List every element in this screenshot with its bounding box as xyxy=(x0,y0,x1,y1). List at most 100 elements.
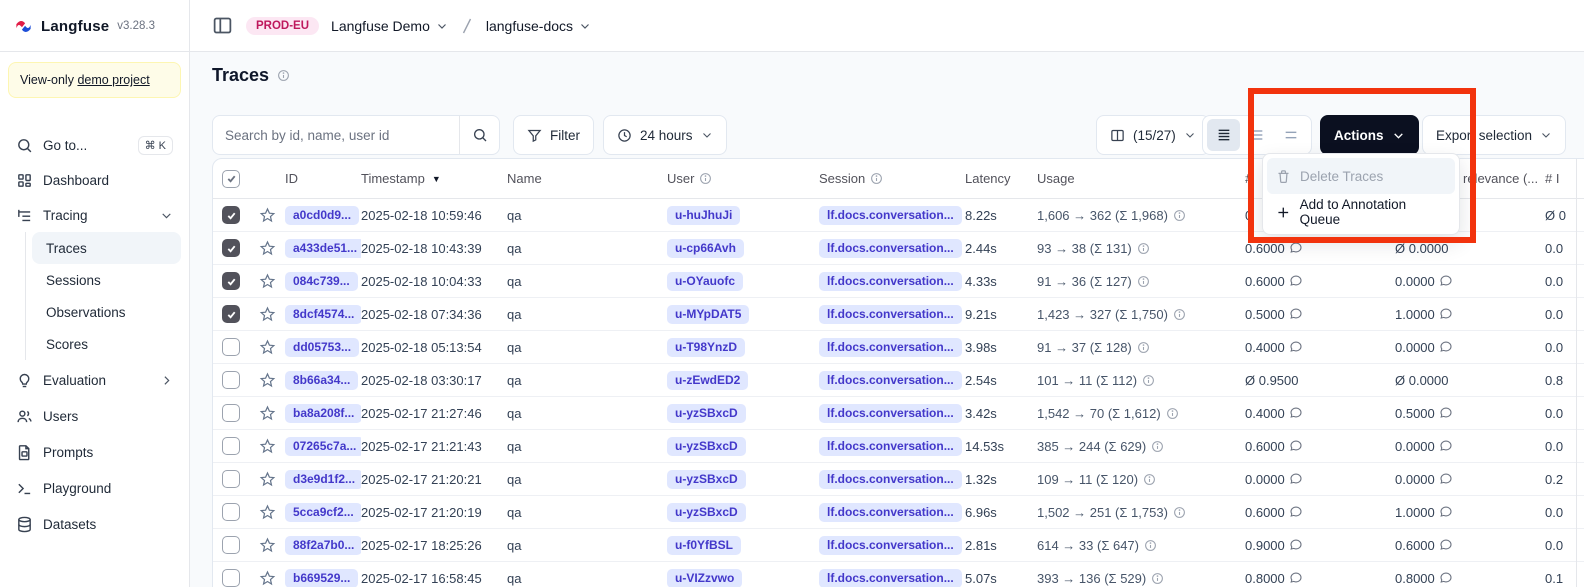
user-badge[interactable]: u-yzSBxcD xyxy=(667,437,746,456)
session-badge[interactable]: lf.docs.conversation... xyxy=(819,503,962,522)
star-icon[interactable] xyxy=(259,504,276,521)
table-row[interactable]: 07265c7a... 2025-02-17 21:21:43 qa u-yzS… xyxy=(213,430,1584,463)
row-checkbox[interactable] xyxy=(222,206,240,224)
trace-id-badge[interactable]: 07265c7a... xyxy=(285,437,361,456)
sidebar-item-traces[interactable]: Traces xyxy=(32,232,181,264)
row-checkbox[interactable] xyxy=(222,470,240,488)
trace-id-badge[interactable]: ba8a208f... xyxy=(285,404,361,423)
header-usage[interactable]: Usage xyxy=(1037,171,1245,186)
table-row[interactable]: ba8a208f... 2025-02-17 21:27:46 qa u-yzS… xyxy=(213,397,1584,430)
org-selector[interactable]: Langfuse Demo xyxy=(331,18,448,34)
trace-id-badge[interactable]: dd05753... xyxy=(285,338,359,357)
info-icon[interactable] xyxy=(277,69,290,82)
user-badge[interactable]: u-VIZzvwo xyxy=(667,569,742,587)
user-badge[interactable]: u-MYpDAT5 xyxy=(667,305,749,324)
row-checkbox[interactable] xyxy=(222,437,240,455)
sidebar-item-goto[interactable]: Go to... ⌘ K xyxy=(8,128,181,162)
sidebar-item-dashboard[interactable]: Dashboard xyxy=(8,162,181,198)
header-id[interactable]: ID xyxy=(285,171,361,186)
trace-id-badge[interactable]: 084c739... xyxy=(285,272,358,291)
row-checkbox[interactable] xyxy=(222,536,240,554)
user-badge[interactable]: u-huJhuJi xyxy=(667,206,740,225)
session-badge[interactable]: lf.docs.conversation... xyxy=(819,437,962,456)
sidebar-item-playground[interactable]: Playground xyxy=(8,470,181,506)
header-latency[interactable]: Latency xyxy=(965,171,1037,186)
table-row[interactable]: 5cca9cf2... 2025-02-17 21:20:19 qa u-yzS… xyxy=(213,496,1584,529)
user-badge[interactable]: u-zEwdED2 xyxy=(667,371,748,390)
trace-id-badge[interactable]: a433de51... xyxy=(285,239,361,258)
row-height-tall-button[interactable] xyxy=(1274,119,1307,151)
session-badge[interactable]: lf.docs.conversation... xyxy=(819,569,962,587)
sidebar-item-users[interactable]: Users xyxy=(8,398,181,434)
sidebar-item-scores[interactable]: Scores xyxy=(32,328,181,360)
sidebar-item-observations[interactable]: Observations xyxy=(32,296,181,328)
row-height-compact-button[interactable] xyxy=(1207,119,1240,151)
filter-button[interactable]: Filter xyxy=(513,115,594,155)
star-icon[interactable] xyxy=(259,471,276,488)
session-badge[interactable]: lf.docs.conversation... xyxy=(819,470,962,489)
sidebar-item-tracing[interactable]: Tracing xyxy=(8,198,181,232)
trace-id-badge[interactable]: 8dcf4574... xyxy=(285,305,361,324)
row-checkbox[interactable] xyxy=(222,404,240,422)
user-badge[interactable]: u-OYauofc xyxy=(667,272,743,291)
row-checkbox[interactable] xyxy=(222,503,240,521)
user-badge[interactable]: u-T98YnzD xyxy=(667,338,745,357)
user-badge[interactable]: u-yzSBxcD xyxy=(667,404,746,423)
actions-button[interactable]: Actions xyxy=(1320,115,1419,155)
menu-item-delete-traces[interactable]: Delete Traces xyxy=(1267,158,1455,194)
table-row[interactable]: 8dcf4574... 2025-02-18 07:34:36 qa u-MYp… xyxy=(213,298,1584,331)
session-badge[interactable]: lf.docs.conversation... xyxy=(819,404,962,423)
header-session[interactable]: Session xyxy=(819,171,965,186)
sidebar-item-evaluation[interactable]: Evaluation xyxy=(8,362,181,398)
user-badge[interactable]: u-cp66Avh xyxy=(667,239,744,258)
select-all-checkbox[interactable] xyxy=(222,170,240,188)
table-row[interactable]: b669529... 2025-02-17 16:58:45 qa u-VIZz… xyxy=(213,562,1584,587)
session-badge[interactable]: lf.docs.conversation... xyxy=(819,272,962,291)
star-icon[interactable] xyxy=(259,207,276,224)
trace-id-badge[interactable]: d3e9d1f2... xyxy=(285,470,361,489)
header-edge[interactable]: # I xyxy=(1545,171,1584,186)
star-icon[interactable] xyxy=(259,570,276,587)
star-icon[interactable] xyxy=(259,372,276,389)
table-row[interactable]: a433de51... 2025-02-18 10:43:39 qa u-cp6… xyxy=(213,232,1584,265)
session-badge[interactable]: lf.docs.conversation... xyxy=(819,239,962,258)
trace-id-badge[interactable]: 8b66a34... xyxy=(285,371,358,390)
user-badge[interactable]: u-yzSBxcD xyxy=(667,470,746,489)
star-icon[interactable] xyxy=(259,240,276,257)
star-icon[interactable] xyxy=(259,273,276,290)
session-badge[interactable]: lf.docs.conversation... xyxy=(819,536,962,555)
export-selection-button[interactable]: Export selection xyxy=(1422,115,1566,155)
header-timestamp[interactable]: Timestamp▼ xyxy=(361,171,507,186)
session-badge[interactable]: lf.docs.conversation... xyxy=(819,371,962,390)
row-checkbox[interactable] xyxy=(222,338,240,356)
star-icon[interactable] xyxy=(259,306,276,323)
trace-id-badge[interactable]: b669529... xyxy=(285,569,358,587)
star-icon[interactable] xyxy=(259,339,276,356)
user-badge[interactable]: u-yzSBxcD xyxy=(667,503,746,522)
row-checkbox[interactable] xyxy=(222,569,240,587)
search-button[interactable] xyxy=(459,116,499,154)
row-checkbox[interactable] xyxy=(222,272,240,290)
table-row[interactable]: 084c739... 2025-02-18 10:04:33 qa u-OYau… xyxy=(213,265,1584,298)
sidebar-toggle-button[interactable] xyxy=(212,15,234,37)
trace-id-badge[interactable]: a0cd0d9... xyxy=(285,206,359,225)
row-checkbox[interactable] xyxy=(222,239,240,257)
row-checkbox[interactable] xyxy=(222,305,240,323)
table-row[interactable]: 88f2a7b0... 2025-02-17 18:25:26 qa u-f0Y… xyxy=(213,529,1584,562)
header-name[interactable]: Name xyxy=(507,171,667,186)
sidebar-item-sessions[interactable]: Sessions xyxy=(32,264,181,296)
session-badge[interactable]: lf.docs.conversation... xyxy=(819,338,962,357)
user-badge[interactable]: u-f0YfBSL xyxy=(667,536,741,555)
row-checkbox[interactable] xyxy=(222,371,240,389)
sidebar-item-prompts[interactable]: Prompts xyxy=(8,434,181,470)
star-icon[interactable] xyxy=(259,537,276,554)
star-icon[interactable] xyxy=(259,405,276,422)
star-icon[interactable] xyxy=(259,438,276,455)
header-user[interactable]: User xyxy=(667,171,819,186)
trace-id-badge[interactable]: 5cca9cf2... xyxy=(285,503,361,522)
project-selector[interactable]: langfuse-docs xyxy=(486,18,591,34)
trace-id-badge[interactable]: 88f2a7b0... xyxy=(285,536,361,555)
column-visibility-button[interactable]: (15/27) xyxy=(1096,115,1210,155)
menu-item-add-to-annotation-queue[interactable]: Add to Annotation Queue xyxy=(1267,194,1455,230)
session-badge[interactable]: lf.docs.conversation... xyxy=(819,305,962,324)
